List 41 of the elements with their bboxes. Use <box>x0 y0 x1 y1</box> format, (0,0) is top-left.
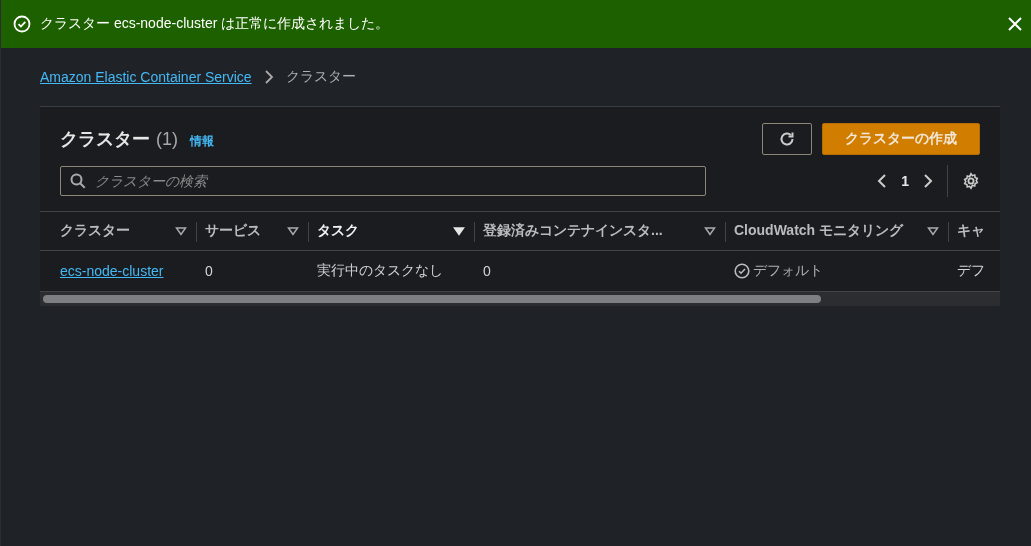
breadcrumb-link[interactable]: Amazon Elastic Container Service <box>40 69 252 85</box>
table-cell: 実行中のタスクなし <box>317 262 443 280</box>
sort-icon[interactable] <box>704 226 716 236</box>
status-text: デフォルト <box>753 262 823 280</box>
column-header[interactable]: クラスター <box>60 222 130 240</box>
column-header[interactable]: サービス <box>205 222 261 240</box>
settings-button[interactable] <box>962 172 980 190</box>
column-header[interactable]: タスク <box>317 222 359 240</box>
success-icon <box>13 15 31 33</box>
sort-icon[interactable] <box>927 226 939 236</box>
search-field[interactable]: クラスターの検索 <box>60 166 706 196</box>
chevron-icon <box>263 70 274 84</box>
sort-filled-icon[interactable] <box>453 226 465 236</box>
column-header[interactable]: キャ <box>957 222 985 240</box>
check-circle-icon <box>734 263 750 279</box>
refresh-button[interactable] <box>762 123 812 155</box>
column-header[interactable]: 登録済みコンテナインスタ... <box>483 222 663 240</box>
next-page-button[interactable] <box>923 173 933 189</box>
cluster-count: (1) <box>156 129 178 150</box>
settings-icon <box>962 172 980 190</box>
previous-page-button[interactable] <box>877 173 888 189</box>
panel-title: クラスター <box>60 128 150 151</box>
page-number[interactable]: 1 <box>901 173 909 189</box>
scrollbar-thumb[interactable] <box>43 295 821 303</box>
search-icon <box>70 173 86 189</box>
table-cell: 0 <box>205 263 213 279</box>
horizontal-scrollbar[interactable] <box>40 292 1000 306</box>
banner-message: クラスター ecs-node-cluster は正常に作成されました。 <box>40 15 391 33</box>
column-header[interactable]: CloudWatch モニタリング <box>734 222 904 240</box>
refresh-icon <box>778 130 796 148</box>
sort-icon[interactable] <box>287 226 299 236</box>
cluster-link[interactable]: ecs-node-cluster <box>60 263 164 279</box>
sort-icon[interactable] <box>175 226 187 236</box>
close-button[interactable] <box>1006 15 1024 33</box>
breadcrumb-current: クラスター <box>285 68 356 86</box>
chevron-left-icon <box>877 173 888 189</box>
table-cell: デフ <box>957 262 985 280</box>
table-cell: 0 <box>483 263 491 279</box>
close-icon <box>1008 17 1022 31</box>
chevron-right-icon <box>923 173 933 189</box>
info-link[interactable]: 情報 <box>190 133 214 150</box>
